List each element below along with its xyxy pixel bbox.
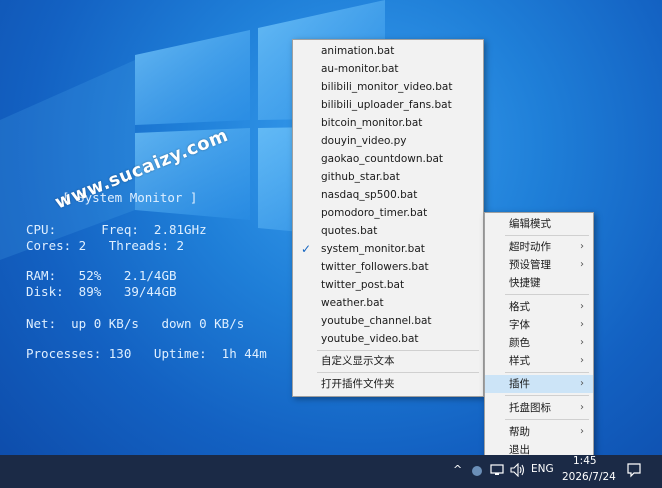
monitor-cores: Cores: 2 Threads: 2 — [26, 238, 185, 253]
clock-time[interactable]: 1:45 — [573, 455, 597, 467]
system-monitor-overlay: [ System Monitor ] CPU: Freq: 2.81GHz Co… — [26, 190, 267, 361]
plugin-item[interactable]: youtube_video.bat — [293, 330, 483, 348]
plugin-item[interactable]: gaokao_countdown.bat — [293, 150, 483, 168]
plugin-item[interactable]: twitter_followers.bat — [293, 258, 483, 276]
tray-icon-item[interactable]: 托盘图标 › — [485, 399, 593, 417]
chevron-right-icon: › — [580, 402, 584, 413]
notification-icon[interactable] — [626, 462, 642, 478]
monitor-processes: Processes: 130 Uptime: 1h 44m — [26, 346, 267, 361]
plugin-submenu: animation.bat au-monitor.bat bilibili_mo… — [292, 39, 484, 397]
chevron-right-icon: › — [580, 426, 584, 437]
chevron-right-icon: › — [580, 319, 584, 330]
font-item[interactable]: 字体 › — [485, 316, 593, 334]
plugins-item[interactable]: 插件 › — [485, 375, 593, 393]
hotkey-item[interactable]: 快捷键 — [485, 274, 593, 292]
monitor-cpu: CPU: Freq: 2.81GHz — [26, 222, 207, 237]
speaker-icon[interactable] — [510, 463, 526, 477]
plugin-item[interactable]: animation.bat — [293, 42, 483, 60]
tray-context-menu: 编辑模式 超时动作 › 预设管理 › 快捷键 格式 › 字体 › 颜色 › 样式 › 插件 ›… — [484, 212, 594, 460]
chevron-right-icon: › — [580, 378, 584, 389]
chevron-right-icon: › — [580, 259, 584, 270]
network-icon[interactable] — [490, 463, 506, 477]
menu-separator — [317, 372, 479, 373]
plugin-item[interactable]: bitcoin_monitor.bat — [293, 114, 483, 132]
plugin-item[interactable]: pomodoro_timer.bat — [293, 204, 483, 222]
chevron-right-icon: › — [580, 355, 584, 366]
show-hidden-icons-button[interactable]: ^ — [453, 463, 462, 476]
app-tray-icon[interactable] — [470, 464, 484, 478]
plugin-item[interactable]: au-monitor.bat — [293, 60, 483, 78]
menu-separator — [505, 395, 589, 396]
color-item[interactable]: 颜色 › — [485, 334, 593, 352]
monitor-net: Net: up 0 KB/s down 0 KB/s — [26, 316, 245, 331]
style-item[interactable]: 样式 › — [485, 352, 593, 370]
plugin-item[interactable]: github_star.bat — [293, 168, 483, 186]
menu-separator — [505, 372, 589, 373]
plugin-item[interactable]: bilibili_uploader_fans.bat — [293, 96, 483, 114]
chevron-right-icon: › — [580, 337, 584, 348]
clock-date[interactable]: 2026/7/24 — [562, 471, 616, 483]
menu-separator — [505, 294, 589, 295]
preset-manage-item[interactable]: 预设管理 › — [485, 256, 593, 274]
edit-mode-item[interactable]: 编辑模式 — [485, 215, 593, 233]
help-item[interactable]: 帮助 › — [485, 423, 593, 441]
language-indicator[interactable]: ENG — [531, 463, 554, 475]
menu-separator — [317, 350, 479, 351]
plugin-item[interactable]: douyin_video.py — [293, 132, 483, 150]
plugin-item[interactable]: nasdaq_sp500.bat — [293, 186, 483, 204]
plugin-item[interactable]: bilibili_monitor_video.bat — [293, 78, 483, 96]
taskbar: ^ ENG 1:45 2026/7/24 — [0, 455, 662, 488]
plugin-item[interactable]: youtube_channel.bat — [293, 312, 483, 330]
check-icon: ✓ — [301, 242, 312, 256]
plugin-item[interactable]: twitter_post.bat — [293, 276, 483, 294]
plugin-item[interactable]: quotes.bat — [293, 222, 483, 240]
menu-separator — [505, 419, 589, 420]
open-plugin-folder-item[interactable]: 打开插件文件夹 — [293, 375, 483, 393]
timeout-action-item[interactable]: 超时动作 › — [485, 238, 593, 256]
custom-text-item[interactable]: 自定义显示文本 — [293, 352, 483, 370]
monitor-disk: Disk: 89% 39/44GB — [26, 284, 177, 299]
chevron-right-icon: › — [580, 301, 584, 312]
monitor-ram: RAM: 52% 2.1/4GB — [26, 268, 177, 283]
chevron-right-icon: › — [580, 241, 584, 252]
menu-separator — [505, 235, 589, 236]
plugin-item-checked[interactable]: ✓ system_monitor.bat — [293, 240, 483, 258]
plugin-item[interactable]: weather.bat — [293, 294, 483, 312]
format-item[interactable]: 格式 › — [485, 298, 593, 316]
